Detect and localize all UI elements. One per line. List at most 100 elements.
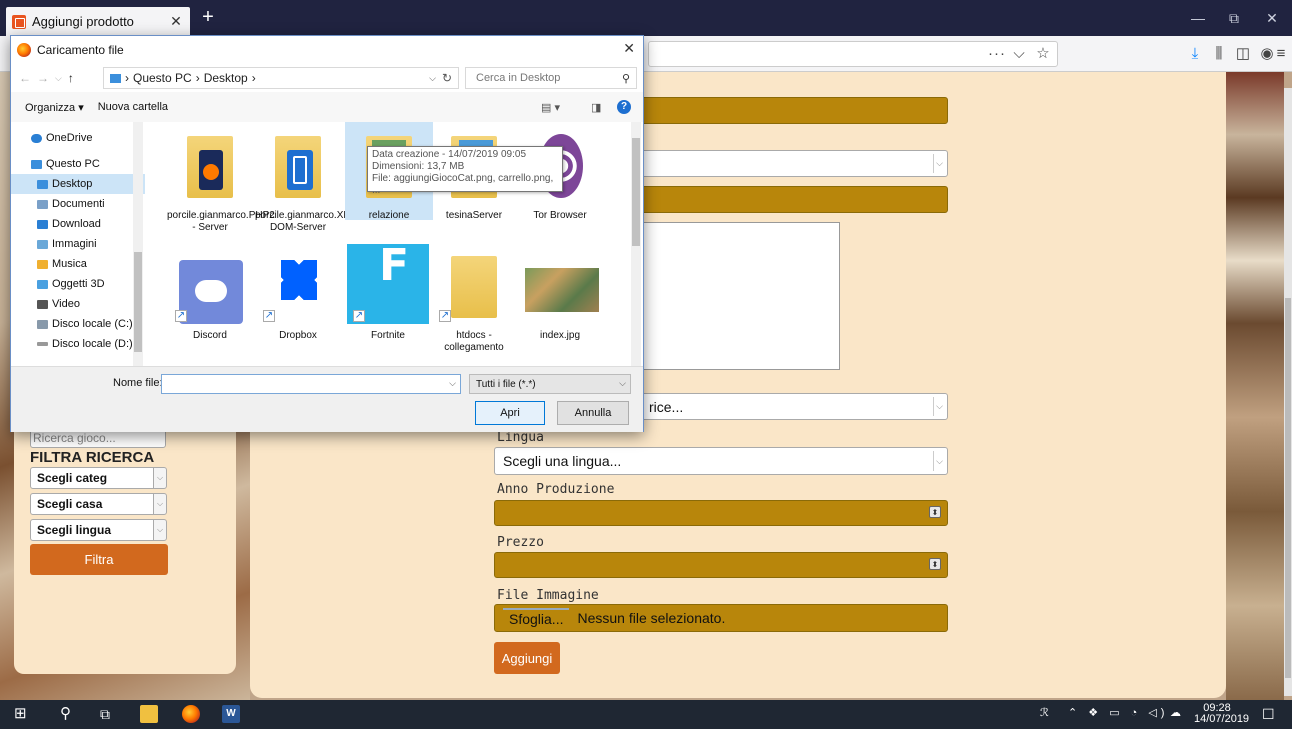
folder-icon bbox=[175, 130, 245, 204]
files-scrollbar[interactable] bbox=[631, 122, 641, 366]
nav-item-drive-d[interactable]: Disco locale (D:) bbox=[11, 334, 145, 354]
bookmark-star-icon[interactable]: ☆ bbox=[1032, 43, 1054, 65]
dialog-search-input[interactable]: Cerca in Desktop ⚲ bbox=[465, 67, 637, 89]
nav-item-documents[interactable]: Documenti bbox=[11, 194, 145, 214]
notifications-icon[interactable]: ☐ bbox=[1262, 706, 1275, 723]
language-filter-select[interactable]: Scegli lingua bbox=[30, 519, 166, 541]
windows-start-icon[interactable]: ⊞ bbox=[14, 705, 32, 723]
navigation-pane: OneDrive Questo PC Desktop Documenti Dow… bbox=[11, 122, 145, 366]
house-select[interactable]: Scegli casa bbox=[30, 493, 166, 515]
fortnite-icon: F ↗ bbox=[347, 244, 429, 324]
dialog-close-icon[interactable]: ✕ bbox=[623, 40, 635, 57]
name-input[interactable] bbox=[600, 97, 948, 124]
image-file-input[interactable]: Sfoglia... Nessun file selezionato. bbox=[494, 604, 948, 632]
breadcrumb-desktop[interactable]: Desktop bbox=[204, 71, 248, 85]
chevron-down-icon: ⌵ bbox=[619, 378, 626, 388]
firefox-taskbar-icon[interactable] bbox=[182, 705, 200, 723]
downloads-icon[interactable]: ⤓ bbox=[1184, 43, 1206, 65]
search-icon[interactable]: ⚲ bbox=[60, 705, 78, 723]
year-input[interactable]: ⬍ bbox=[494, 500, 948, 526]
description-input[interactable] bbox=[640, 186, 948, 213]
people-icon[interactable]: ℛ bbox=[1040, 706, 1049, 719]
path-box[interactable]: › Questo PC › Desktop › ⌵ ↻ bbox=[103, 67, 459, 89]
tray-icons[interactable]: ⌃ ❖ ▭ ◔ ◁) bbox=[1068, 706, 1168, 719]
filename-label: Nome file: bbox=[113, 377, 163, 389]
word-icon[interactable]: W bbox=[222, 705, 240, 723]
file-type-select[interactable]: Tutti i file (*.*) ⌵ bbox=[469, 374, 631, 394]
file-tooltip: Data creazione - 14/07/2019 09:05 Dimens… bbox=[367, 146, 563, 196]
nav-scrollbar[interactable] bbox=[133, 122, 143, 366]
firefox-icon bbox=[17, 43, 31, 57]
browse-button[interactable]: Sfoglia... bbox=[503, 608, 570, 628]
file-item[interactable]: ↗ htdocs - collegamento bbox=[431, 250, 517, 354]
file-item[interactable]: ↗ Discord bbox=[167, 250, 253, 342]
spinner-icon[interactable]: ⬍ bbox=[929, 506, 941, 518]
minimize-button[interactable]: — bbox=[1184, 8, 1212, 28]
filter-button[interactable]: Filtra bbox=[30, 544, 168, 575]
chevron-down-icon: ⌵ bbox=[933, 451, 945, 471]
maximize-button[interactable]: ⧉ bbox=[1220, 8, 1248, 28]
nav-item-music[interactable]: Musica bbox=[11, 254, 145, 274]
filename-input[interactable]: ⌵ bbox=[161, 374, 461, 394]
nav-item-onedrive[interactable]: OneDrive bbox=[11, 128, 145, 148]
drive-icon bbox=[37, 319, 48, 329]
page-scrollbar[interactable] bbox=[1284, 88, 1292, 696]
chevron-down-icon[interactable]: ⌵ bbox=[449, 378, 456, 389]
dialog-title: Caricamento file bbox=[37, 43, 124, 57]
clock[interactable]: 09:28 14/07/2019 bbox=[1194, 703, 1249, 725]
organize-button[interactable]: Organizza ▾ bbox=[25, 101, 84, 114]
up-arrow-icon[interactable]: ↑ bbox=[68, 71, 74, 85]
view-icon[interactable]: ▤ ▾ bbox=[541, 101, 560, 114]
files-scrollbar-thumb[interactable] bbox=[632, 138, 640, 246]
dialog-footer: Nome file: ⌵ Tutti i file (*.*) ⌵ Apri A… bbox=[11, 366, 643, 432]
file-item[interactable]: index.jpg bbox=[517, 250, 603, 342]
cancel-button[interactable]: Annulla bbox=[557, 401, 629, 425]
refresh-icon[interactable]: ↻ bbox=[442, 71, 452, 85]
file-item[interactable]: porcile.gianmarco.XML-DOM-Server bbox=[255, 130, 361, 234]
file-item[interactable]: porcile.gianmarco.PHP2 - Server bbox=[167, 130, 275, 234]
forward-arrow-icon[interactable]: → bbox=[37, 71, 49, 85]
file-explorer-icon[interactable] bbox=[140, 705, 158, 723]
spinner-icon[interactable]: ⬍ bbox=[929, 558, 941, 570]
chevron-down-icon[interactable]: ⌵ bbox=[55, 73, 62, 84]
preview-pane-icon[interactable]: ◨ bbox=[591, 101, 601, 114]
back-arrow-icon[interactable]: ← bbox=[19, 71, 31, 85]
chevron-down-icon[interactable]: ⌵ bbox=[429, 73, 436, 84]
nav-item-pictures[interactable]: Immagini bbox=[11, 234, 145, 254]
nav-item-desktop[interactable]: Desktop bbox=[11, 174, 145, 194]
menu-icon[interactable]: ≡ bbox=[1270, 43, 1292, 65]
task-view-icon[interactable]: ⧉ bbox=[100, 705, 118, 723]
price-label: Prezzo bbox=[497, 535, 544, 550]
category-select[interactable]: Scegli categ bbox=[30, 467, 166, 489]
nav-item-videos[interactable]: Video bbox=[11, 294, 145, 314]
tab-close-icon[interactable]: ✕ bbox=[168, 13, 184, 30]
nav-scrollbar-thumb[interactable] bbox=[134, 252, 142, 352]
close-window-button[interactable]: ✕ bbox=[1258, 8, 1286, 28]
language-select[interactable]: Scegli una lingua... ⌵ bbox=[494, 447, 948, 475]
chevron-down-icon: ⌵ bbox=[933, 397, 945, 416]
price-input[interactable]: ⬍ bbox=[494, 552, 948, 578]
file-item[interactable]: F ↗ Fortnite bbox=[345, 244, 431, 342]
nav-item-3d-objects[interactable]: Oggetti 3D bbox=[11, 274, 145, 294]
nav-item-drive-c[interactable]: Disco locale (C:) bbox=[11, 314, 145, 334]
publisher-select[interactable]: rice... ⌵ bbox=[640, 393, 948, 420]
new-folder-button[interactable]: Nuova cartella bbox=[98, 101, 168, 113]
file-item[interactable]: ↗ Dropbox bbox=[255, 250, 341, 342]
open-button[interactable]: Apri bbox=[475, 401, 545, 425]
cube-icon bbox=[37, 279, 48, 289]
library-icon[interactable]: ⫼ bbox=[1208, 43, 1230, 65]
nav-item-this-pc[interactable]: Questo PC bbox=[11, 154, 145, 174]
page-scrollbar-thumb[interactable] bbox=[1285, 298, 1291, 678]
category-form-select[interactable]: ⌵ bbox=[640, 150, 948, 177]
new-tab-button[interactable]: + bbox=[196, 6, 220, 30]
background-image-right bbox=[1226, 72, 1284, 700]
add-button[interactable]: Aggiungi bbox=[494, 642, 560, 674]
help-icon[interactable]: ? bbox=[617, 100, 631, 114]
breadcrumb-questo-pc[interactable]: Questo PC bbox=[133, 71, 192, 85]
cloud-icon[interactable]: ☁ bbox=[1170, 706, 1181, 719]
sidebar-icon[interactable]: ◫ bbox=[1232, 43, 1254, 65]
nav-item-downloads[interactable]: Download bbox=[11, 214, 145, 234]
pocket-icon[interactable]: ⌵ bbox=[1008, 43, 1030, 65]
page-actions-icon[interactable]: ··· bbox=[986, 43, 1008, 65]
tab-aggiungi-prodotto[interactable]: Aggiungi prodotto ✕ bbox=[6, 7, 190, 36]
